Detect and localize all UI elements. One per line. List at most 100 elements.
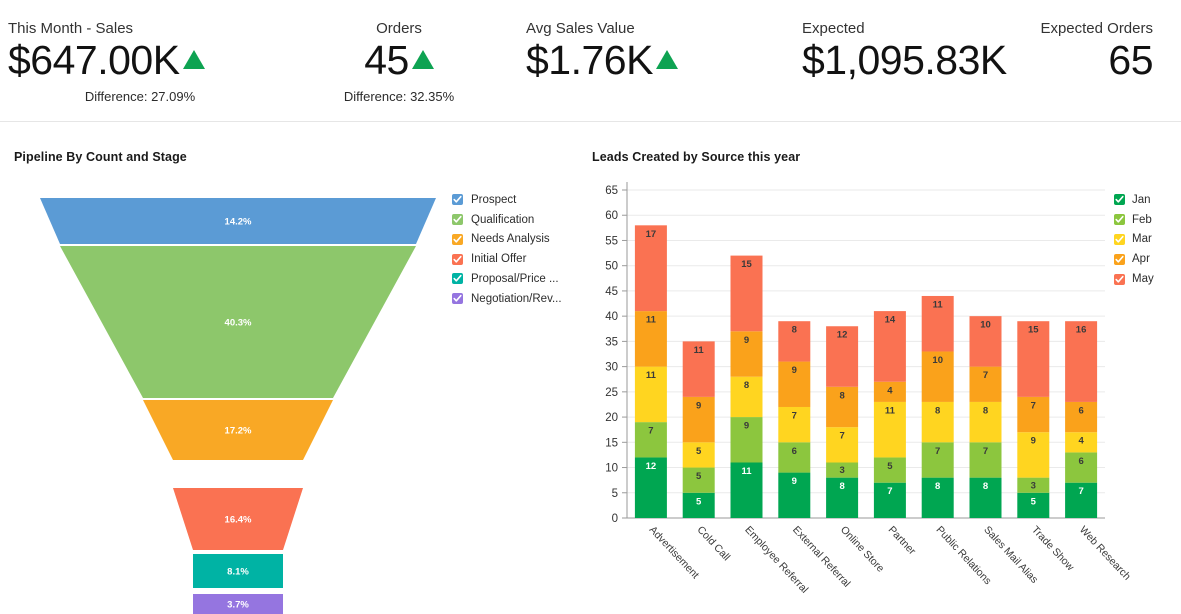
bar-legend-item[interactable]: Feb [1114,210,1176,230]
bar-legend-item[interactable]: Mar [1114,230,1176,250]
funnel-legend-label: Negotiation/Rev... [471,292,562,305]
y-axis-tick-label: 50 [605,261,618,273]
bar-legend-item[interactable]: Jan [1114,190,1176,210]
kpi-label: Avg Sales Value [526,20,635,37]
x-axis-category-label: Trade Show [1029,524,1076,574]
kpi-label: This Month - Sales [8,20,134,37]
bar-segment-value: 7 [1078,486,1083,497]
funnel-segment-label: 3.7% [227,600,249,611]
bar-segment-value: 3 [1031,480,1036,491]
bar-segment-value: 8 [792,325,797,336]
funnel-legend-item[interactable]: Initial Offer [452,249,578,269]
bar-segment-value: 7 [648,426,653,437]
checkbox-check-icon[interactable] [1114,233,1125,245]
funnel-chart-title: Pipeline By Count and Stage [14,150,187,164]
bar-segment-value: 11 [646,370,657,381]
y-axis-tick-label: 30 [605,362,618,374]
funnel-segment-label: 8.1% [227,567,249,578]
trend-up-icon [655,49,678,69]
bar-segment-value: 8 [839,390,844,401]
funnel-legend-item[interactable]: Prospect [452,190,578,210]
checkbox-check-icon[interactable] [452,233,463,245]
x-axis-category-group: Trade Show [1029,524,1076,574]
kpi-label: Expected [802,20,865,37]
funnel-segment-label: 16.4% [225,515,252,526]
kpi-label: Orders [376,20,422,37]
checkbox-check-icon[interactable] [1114,214,1125,226]
bar-segment-value: 5 [887,461,893,472]
kpi-card-expected[interactable]: Expected $1,095.83K [730,0,1007,122]
kpi-card-this-month-sales[interactable]: This Month - Sales $647.00K Difference: … [0,0,292,122]
bar-chart-panel: 0 5 10 15 20 25 30 35 40 45 50 55 60 65 12 7 11 11 17 Adver… [585,170,1181,614]
kpi-summary-row: This Month - Sales $647.00K Difference: … [0,0,1181,122]
bar-segment-value: 3 [839,465,844,476]
kpi-value-row: $1,095.83K [802,40,1007,81]
x-axis-category-group: Web Research [1077,524,1133,583]
x-axis-category-group: Advertisement [647,524,702,581]
funnel-segment-label: 14.2% [225,217,252,228]
funnel-legend-item[interactable]: Qualification [452,210,578,230]
bar-segment-value: 17 [646,229,657,240]
kpi-difference: Difference: 27.09% [84,89,196,104]
checkbox-check-icon[interactable] [1114,253,1125,265]
bar-chart-svg: 05101520253035404550556065127111117Adver… [605,182,1133,596]
y-axis-tick-label: 10 [605,463,618,475]
x-axis-category-group: Online Store [838,524,887,575]
bar-segment-value: 6 [792,446,797,457]
funnel-legend-label: Proposal/Price ... [471,272,559,285]
funnel-segment-label: 40.3% [225,318,252,329]
checkbox-check-icon[interactable] [452,214,463,226]
y-axis-tick-label: 15 [605,437,618,449]
bar-segment-value: 7 [935,446,940,457]
bar-segment-value: 9 [792,365,797,376]
checkbox-check-icon[interactable] [452,273,463,285]
y-axis-tick-label: 20 [605,412,618,424]
y-axis-tick-label: 25 [605,387,618,399]
bar-segment-value: 8 [744,380,749,391]
y-axis-tick-label: 65 [605,185,618,197]
kpi-card-avg-sales-value[interactable]: Avg Sales Value $1.76K [506,0,730,122]
bar-legend-item[interactable]: May [1114,269,1176,289]
funnel-legend-item[interactable]: Negotiation/Rev... [452,289,578,309]
bar-segment-value: 7 [983,370,988,381]
bar-segment-value: 8 [935,405,940,416]
bar-segment-value: 11 [646,315,657,326]
y-axis-tick-label: 55 [605,235,618,247]
bar-segment-value: 15 [1028,325,1039,336]
y-axis-tick-label: 5 [612,488,618,500]
bar-segment-value: 7 [1031,400,1036,411]
checkbox-check-icon[interactable] [1114,194,1125,206]
bar-legend-item[interactable]: Apr [1114,249,1176,269]
kpi-value: 45 [364,37,409,83]
y-axis-tick-label: 0 [612,513,618,525]
bar-segment-value: 5 [696,471,702,482]
kpi-value: $1.76K [526,37,653,83]
bar-segment-value: 11 [933,299,944,310]
bar-segment-value: 9 [696,400,701,411]
checkbox-check-icon[interactable] [452,293,463,305]
y-axis-tick-label: 35 [605,336,618,348]
kpi-card-expected-orders[interactable]: Expected Orders 65 [956,0,1181,122]
bar-segment-value: 11 [885,405,896,416]
checkbox-check-icon[interactable] [452,253,463,265]
bar-segment-value: 5 [696,446,702,457]
bar-segment-value: 11 [741,466,752,477]
funnel-legend-label: Initial Offer [471,253,527,266]
checkbox-check-icon[interactable] [1114,273,1125,285]
trend-up-icon [182,49,205,69]
funnel-legend-label: Qualification [471,213,535,226]
bar-segment-value: 7 [839,431,844,442]
bar-legend-label: May [1132,273,1154,286]
funnel-legend-item[interactable]: Needs Analysis [452,230,578,250]
bar-segment-value: 12 [837,330,848,341]
bar-segment-value: 8 [983,481,988,492]
checkbox-check-icon[interactable] [452,194,463,206]
kpi-card-orders[interactable]: Orders 45 Difference: 32.35% [292,0,506,122]
funnel-legend-item[interactable]: Proposal/Price ... [452,269,578,289]
x-axis-category-label: Partner [886,524,919,558]
x-axis-category-label: Advertisement [647,524,702,581]
bar-segment-value: 8 [983,405,988,416]
bar-chart-title: Leads Created by Source this year [592,150,801,164]
kpi-value: 65 [1108,37,1153,83]
bar-segment-value: 10 [932,355,943,366]
